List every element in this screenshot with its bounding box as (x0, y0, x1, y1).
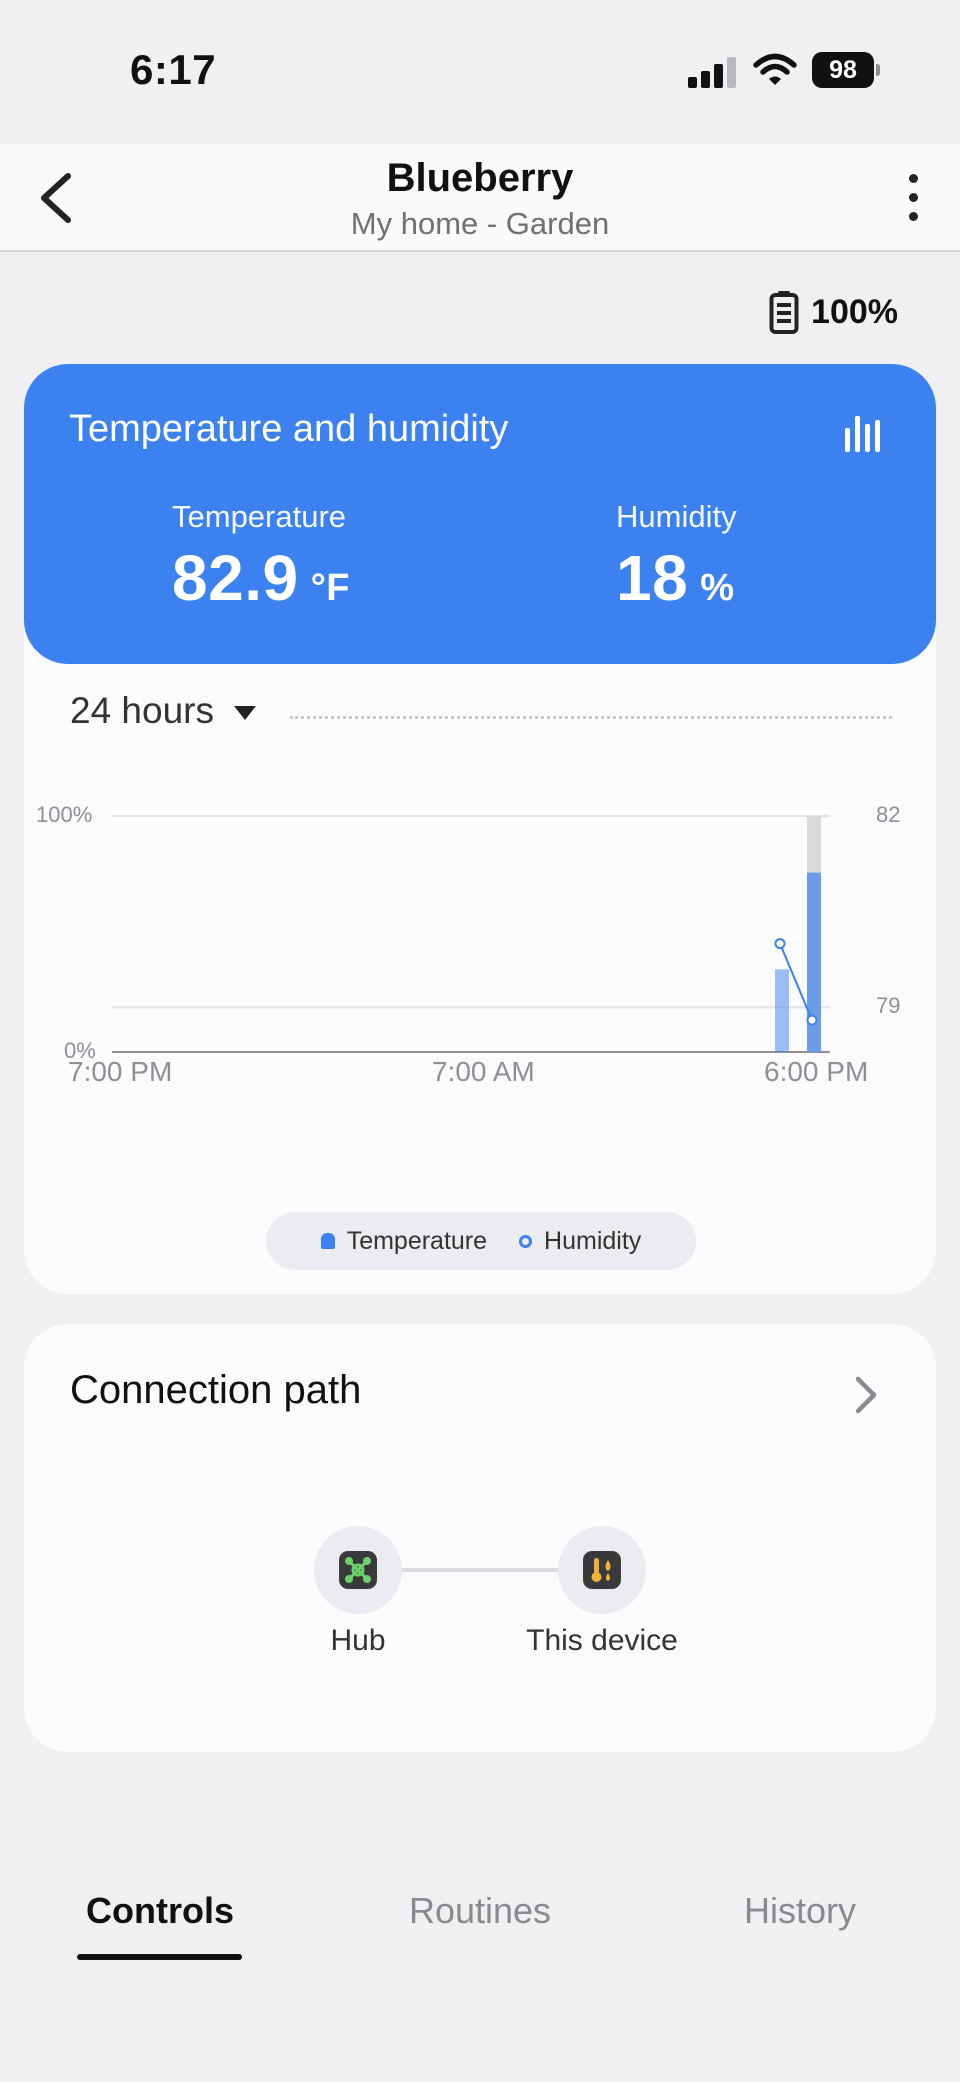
hub-label: Hub (330, 1624, 386, 1657)
page-title: Blueberry (386, 156, 574, 200)
climate-header[interactable]: Temperature and humidity Temperature 82.… (24, 364, 936, 664)
battery-indicator: 98 (812, 52, 880, 88)
temperature-label: Temperature (172, 499, 347, 534)
connection-path-title: Connection path (70, 1368, 362, 1412)
connection-path-card[interactable]: Connection path Hub This device (24, 1324, 936, 1752)
bottom-tab-bar: Controls Routines History (0, 1890, 960, 1990)
chart-legend: Temperature Humidity (266, 1212, 696, 1270)
connection-link (402, 1568, 558, 1572)
battery-icon (769, 291, 799, 334)
page-subtitle: My home - Garden (350, 206, 610, 241)
device-battery: 100% (769, 290, 898, 334)
thermometer-icon (583, 1551, 621, 1589)
caret-down-icon (234, 706, 256, 720)
y-right-tick-label: 79 (876, 993, 901, 1019)
device-label: This device (526, 1624, 678, 1657)
range-divider (290, 716, 892, 719)
temperature-unit: °F (310, 567, 350, 609)
humidity-swatch (519, 1234, 533, 1248)
history-chart[interactable]: 100% 0% 82 79 7:00 PM 7:00 AM 6:00 PM (24, 802, 936, 1104)
temperature-swatch (320, 1233, 335, 1249)
hub-icon (339, 1551, 377, 1589)
legend-humidity[interactable]: Humidity (519, 1227, 641, 1256)
tab-history[interactable]: History (680, 1890, 920, 1932)
nav-header: Blueberry My home - Garden (0, 144, 960, 252)
status-time: 6:17 (130, 46, 217, 93)
legend-humidity-label: Humidity (544, 1226, 642, 1255)
y-right-tick-label: 82 (876, 802, 901, 827)
humidity-label: Humidity (616, 499, 737, 534)
device-battery-level: 100% (811, 292, 898, 331)
temperature-metric: Temperature 82.9 °F (172, 499, 472, 615)
active-tab-indicator (77, 1954, 242, 1960)
range-dropdown[interactable]: 24 hours (70, 690, 256, 732)
humidity-point (806, 1014, 818, 1026)
status-bar: 6:17 98 (0, 0, 960, 144)
signal-icon (688, 56, 738, 88)
tab-controls[interactable]: Controls (40, 1890, 280, 1932)
temperature-bar (775, 969, 789, 1052)
device-node (558, 1526, 646, 1614)
x-tick-label: 7:00 PM (68, 1056, 173, 1087)
humidity-unit: % (700, 567, 735, 609)
battery-level: 98 (812, 52, 874, 88)
hub-node (314, 1526, 402, 1614)
chevron-right-icon[interactable] (850, 1374, 880, 1416)
legend-temperature-label: Temperature (346, 1226, 488, 1255)
wifi-icon (753, 53, 797, 85)
temperature-value: 82.9 (172, 542, 299, 614)
legend-temperature[interactable]: Temperature (320, 1226, 488, 1256)
chart-icon[interactable] (845, 416, 881, 452)
humidity-point (774, 938, 786, 950)
y-left-tick-label: 100% (36, 802, 93, 827)
screen: 6:17 98 Blueberry My home - Garden 100% (0, 0, 960, 2082)
tab-routines[interactable]: Routines (360, 1890, 600, 1932)
x-tick-label: 6:00 PM (764, 1056, 869, 1087)
climate-title: Temperature and humidity (69, 408, 509, 450)
range-label: 24 hours (70, 690, 214, 731)
humidity-metric: Humidity 18% (616, 499, 916, 615)
more-options-icon[interactable] (906, 174, 920, 222)
climate-card: Temperature and humidity Temperature 82.… (24, 364, 936, 1294)
x-tick-label: 7:00 AM (432, 1056, 535, 1087)
humidity-value: 18 (616, 542, 689, 614)
